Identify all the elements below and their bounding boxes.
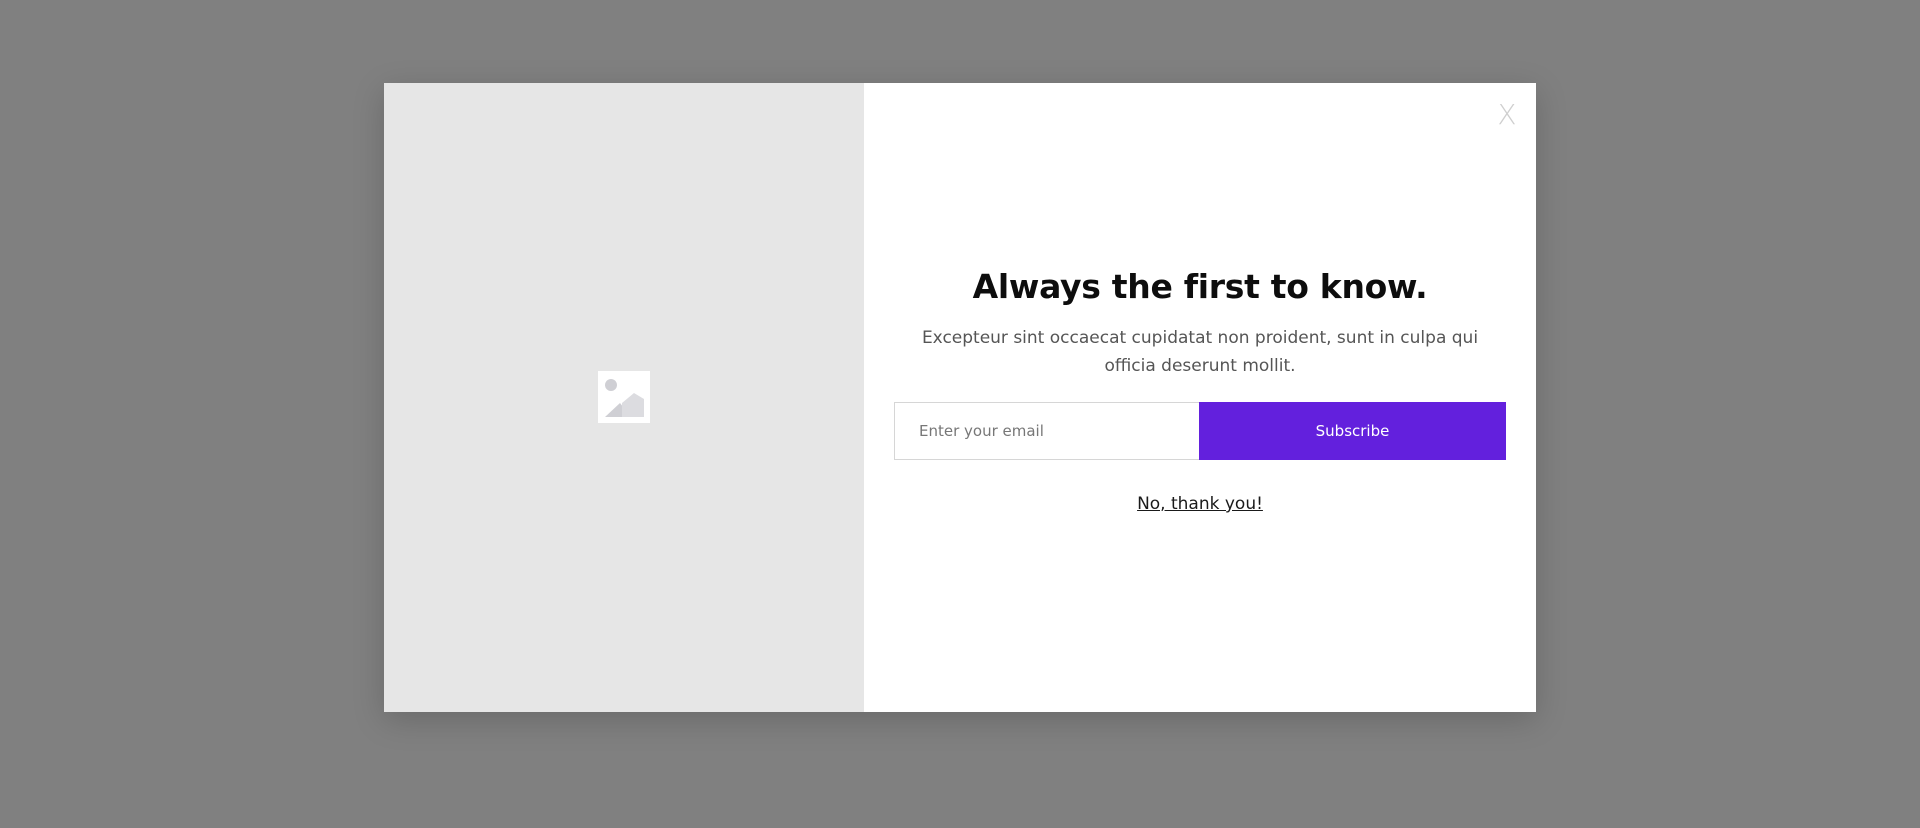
image-placeholder-icon [598,371,650,423]
close-button[interactable]: X [1492,97,1522,133]
decline-link[interactable]: No, thank you! [1137,494,1263,514]
subscribe-button[interactable]: Subscribe [1199,402,1506,460]
popup-image-panel [384,83,864,712]
popup-description: Excepteur sint occaecat cupidatat non pr… [921,328,1479,376]
email-input[interactable] [894,402,1199,460]
subscribe-form: Subscribe [894,402,1506,460]
popup-content: X Always the first to know. Excepteur si… [864,83,1536,712]
popup-body: Always the first to know. Excepteur sint… [894,266,1506,514]
popup-headline: Always the first to know. [972,267,1428,306]
newsletter-popup: X Always the first to know. Excepteur si… [384,83,1536,712]
